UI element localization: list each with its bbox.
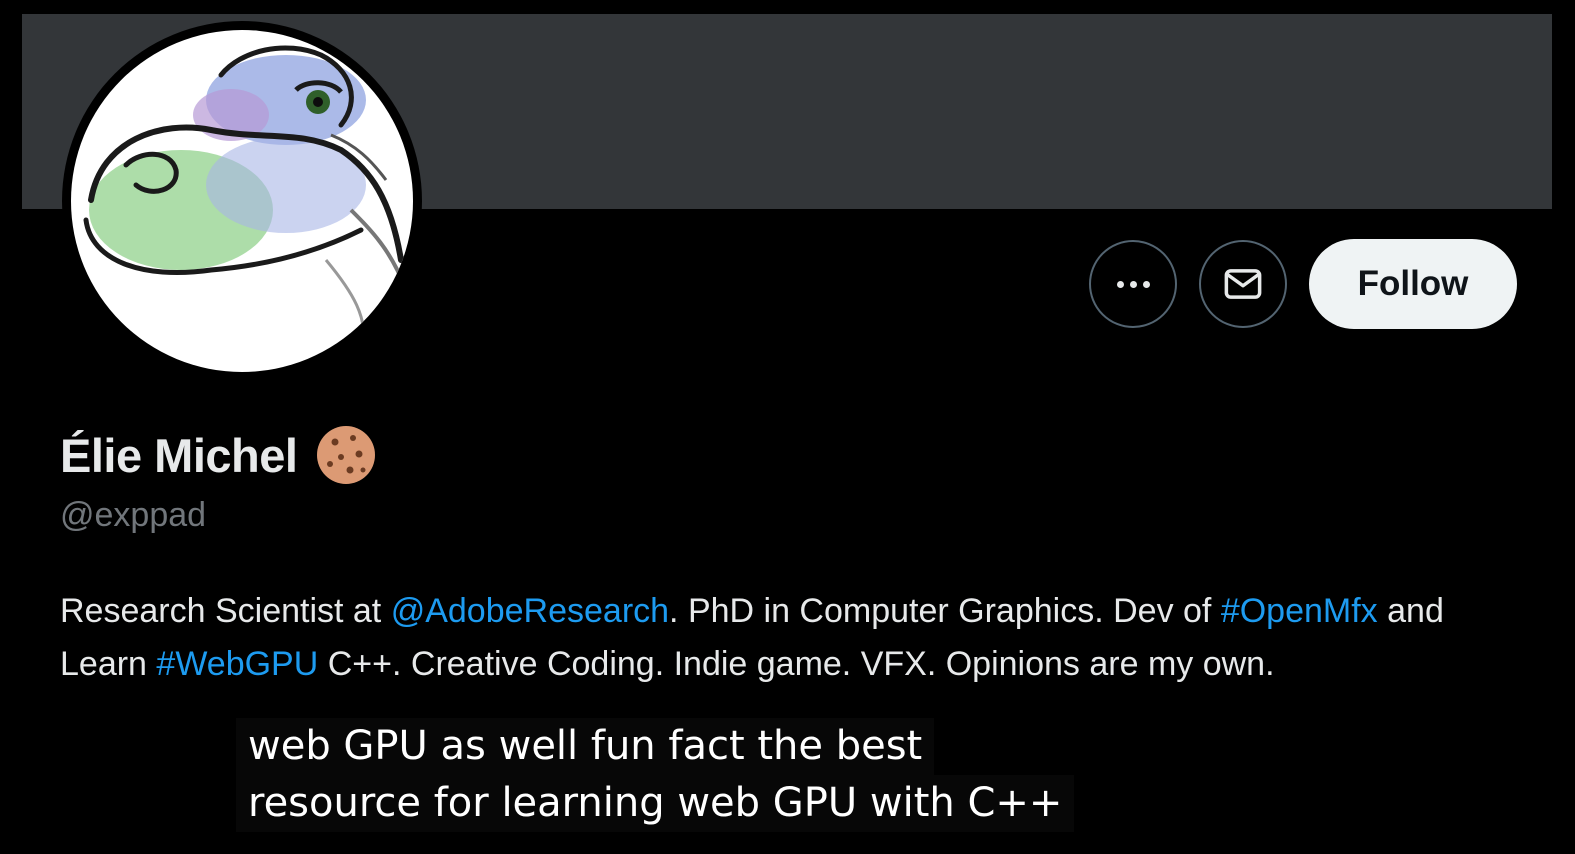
profile-bio: Research Scientist at @AdobeResearch. Ph… xyxy=(60,585,1520,691)
hashtag-link-webgpu[interactable]: #WebGPU xyxy=(156,645,318,683)
more-dots-icon xyxy=(1116,280,1150,288)
avatar[interactable] xyxy=(62,21,422,381)
more-options-button[interactable] xyxy=(1089,240,1177,328)
profile-actions: Follow xyxy=(1089,239,1517,329)
message-button[interactable] xyxy=(1199,240,1287,328)
display-name: Élie Michel xyxy=(60,428,298,482)
bio-text: C++. Creative Coding. Indie game. VFX. O… xyxy=(318,645,1275,683)
hashtag-link-openmfx[interactable]: #OpenMfx xyxy=(1221,592,1378,630)
mention-link-adoberesearch[interactable]: @AdobeResearch xyxy=(391,592,669,630)
video-caption: web GPU as well fun fact the best resour… xyxy=(236,718,1075,832)
cookie-emoji-icon xyxy=(317,426,376,484)
frog-drawing-icon xyxy=(83,45,408,351)
bio-text: . PhD in Computer Graphics. Dev of xyxy=(669,592,1221,630)
caption-line-2: resource for learning web GPU with C++ xyxy=(236,775,1075,832)
envelope-icon xyxy=(1224,269,1262,299)
avatar-image xyxy=(71,30,413,372)
follow-button[interactable]: Follow xyxy=(1309,239,1517,329)
user-handle: @exppad xyxy=(60,496,207,534)
name-row: Élie Michel xyxy=(60,424,377,486)
bio-text: Research Scientist at xyxy=(60,592,391,630)
caption-line-1: web GPU as well fun fact the best xyxy=(236,718,935,775)
